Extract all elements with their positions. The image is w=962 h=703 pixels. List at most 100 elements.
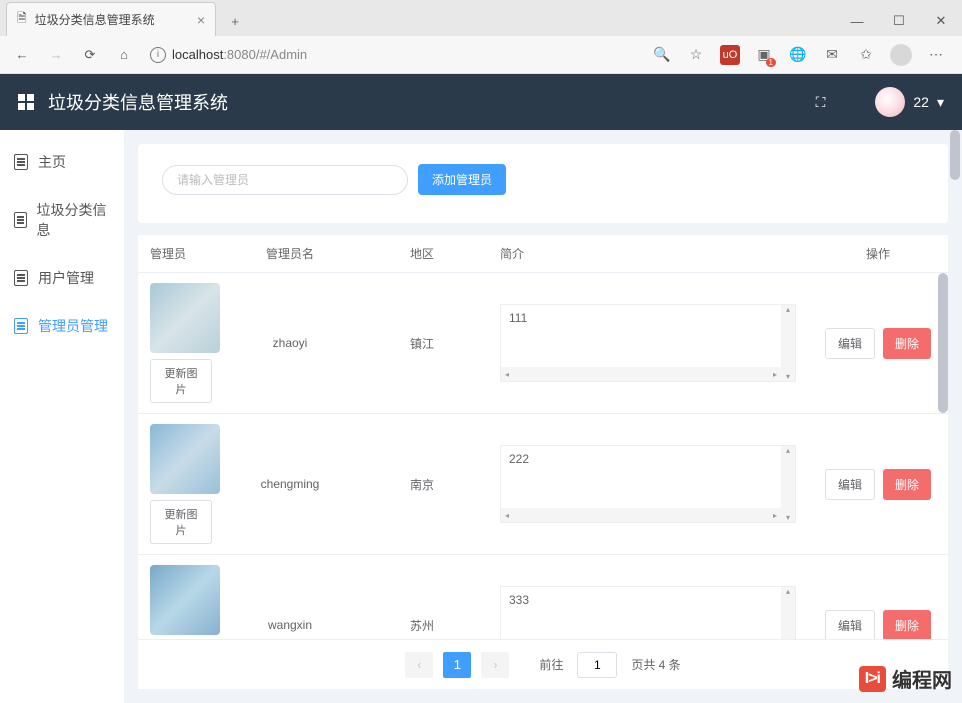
browser-address-bar: ← → ⟳ ⌂ i localhost:8080/#/Admin 🔍 ☆ uO … (0, 36, 962, 74)
cell-avatar: 更新图片 (138, 414, 224, 554)
desc-textarea[interactable]: 111 ▴ ▾ ◂ ▸ (500, 304, 796, 382)
home-icon[interactable]: ⌂ (112, 43, 136, 67)
favorites-hub-icon[interactable]: ✩ (856, 45, 876, 65)
user-menu[interactable]: 22 ▾ (875, 87, 944, 117)
extension-icon-2[interactable]: ✉ (822, 45, 842, 65)
url-input[interactable]: i localhost:8080/#/Admin (146, 47, 642, 63)
document-icon (14, 270, 28, 286)
cell-desc: 111 ▴ ▾ ◂ ▸ (488, 273, 808, 413)
chevron-down-icon: ▾ (937, 94, 944, 111)
desc-value: 333 (509, 593, 529, 607)
table-row: 更新图片 wangxin 苏州 333 ▴▾ ◂▸ (138, 555, 948, 639)
user-avatar-icon (875, 87, 905, 117)
delete-button[interactable]: 删除 (883, 469, 931, 500)
browser-titlebar: 🗎 垃圾分类信息管理系统 × + — ☐ ✕ (0, 0, 962, 36)
refresh-icon[interactable]: ⟳ (78, 43, 102, 67)
next-page-button[interactable]: › (481, 652, 509, 678)
watermark-logo-icon: I>i (859, 666, 886, 692)
sidebar-label: 用户管理 (38, 268, 94, 288)
sidebar-item-garbage-info[interactable]: 垃圾分类信息 (0, 186, 124, 254)
edit-button[interactable]: 编辑 (825, 469, 875, 500)
app-title: 垃圾分类信息管理系统 (48, 89, 228, 115)
th-name: 管理员名 (224, 235, 356, 272)
browser-toolbar-right: 🔍 ☆ uO ▣1 🌐 ✉ ✩ ⋯ (652, 44, 946, 66)
document-icon (14, 154, 28, 170)
table-body: 更新图片 zhaoyi 镇江 111 ▴▾ ◂▸ (138, 273, 948, 639)
forward-icon[interactable]: → (44, 43, 68, 67)
sidebar-item-admin-manage[interactable]: 管理员管理 (0, 302, 124, 350)
update-image-button[interactable]: 更新图片 (150, 500, 212, 544)
more-icon[interactable]: ⋯ (926, 45, 946, 65)
profile-avatar-icon[interactable] (890, 44, 912, 66)
cell-region: 镇江 (356, 273, 488, 413)
ublock-icon[interactable]: uO (720, 45, 740, 65)
fullscreen-icon[interactable]: ⛶ (816, 94, 826, 111)
sidebar-label: 管理员管理 (38, 316, 108, 336)
app-body: 主页 垃圾分类信息 用户管理 管理员管理 (0, 130, 962, 703)
url-host: localhost (172, 47, 223, 62)
scroll-left-icon[interactable]: ◂ (505, 511, 509, 520)
favorite-icon[interactable]: ☆ (686, 45, 706, 65)
desc-textarea[interactable]: 222 ▴ ▾ ◂ ▸ (500, 445, 796, 523)
desc-textarea[interactable]: 333 ▴▾ ◂▸ (500, 586, 796, 639)
app-header: 垃圾分类信息管理系统 ⛶ 22 ▾ (0, 74, 962, 130)
admin-avatar-image (150, 424, 220, 494)
new-tab-button[interactable]: + (222, 8, 248, 34)
admin-avatar-image (150, 283, 220, 353)
main-content: 请输入管理员 添加管理员 管理员 管理员名 地区 简介 操作 (124, 130, 962, 703)
minimize-icon[interactable]: — (836, 6, 878, 36)
scroll-right-icon[interactable]: ▸ (773, 511, 777, 520)
menu-grid-icon[interactable] (18, 94, 34, 110)
site-info-icon[interactable]: i (150, 47, 166, 63)
search-input[interactable]: 请输入管理员 (162, 165, 408, 195)
sidebar-item-user-manage[interactable]: 用户管理 (0, 254, 124, 302)
table-header: 管理员 管理员名 地区 简介 操作 (138, 235, 948, 273)
table-row: 更新图片 zhaoyi 镇江 111 ▴▾ ◂▸ (138, 273, 948, 414)
sidebar-label: 垃圾分类信息 (37, 200, 111, 240)
maximize-icon[interactable]: ☐ (878, 6, 920, 36)
table-scrollbar[interactable] (938, 273, 948, 639)
total-label: 页共 4 条 (631, 656, 680, 673)
scroll-up-icon[interactable]: ▴ (786, 305, 790, 314)
app-viewport: 垃圾分类信息管理系统 ⛶ 22 ▾ 主页 垃圾分类信息 (0, 74, 962, 703)
cell-ops: 编辑 删除 (808, 414, 948, 554)
scroll-down-icon[interactable]: ▾ (786, 513, 790, 522)
th-ops: 操作 (808, 235, 948, 272)
th-avatar: 管理员 (138, 235, 224, 272)
document-icon (14, 318, 28, 334)
page-number-button[interactable]: 1 (443, 652, 471, 678)
delete-button[interactable]: 删除 (883, 328, 931, 359)
sidebar-item-home[interactable]: 主页 (0, 138, 124, 186)
scroll-right-icon[interactable]: ▸ (773, 370, 777, 379)
th-desc: 简介 (488, 235, 808, 272)
delete-button[interactable]: 删除 (883, 610, 931, 640)
add-admin-button[interactable]: 添加管理员 (418, 164, 506, 195)
search-icon[interactable]: 🔍 (652, 45, 672, 65)
scroll-left-icon[interactable]: ◂ (505, 370, 509, 379)
sidebar-label: 主页 (38, 152, 66, 172)
extension-icon-1[interactable]: 🌐 (788, 45, 808, 65)
scroll-down-icon[interactable]: ▾ (786, 372, 790, 381)
goto-page-input[interactable] (577, 652, 617, 678)
desc-value: 111 (509, 311, 527, 325)
pagination: ‹ 1 › 前往 页共 4 条 (138, 639, 948, 689)
cell-avatar: 更新图片 (138, 555, 224, 639)
browser-tab[interactable]: 🗎 垃圾分类信息管理系统 × (6, 2, 216, 36)
scroll-up-icon[interactable]: ▴ (786, 587, 790, 596)
close-window-icon[interactable]: ✕ (920, 6, 962, 36)
scroll-up-icon[interactable]: ▴ (786, 446, 790, 455)
edit-button[interactable]: 编辑 (825, 610, 875, 640)
cell-desc: 333 ▴▾ ◂▸ (488, 555, 808, 639)
admin-avatar-image (150, 565, 220, 635)
extension-notif-icon[interactable]: ▣1 (754, 45, 774, 65)
cell-name: chengming (224, 414, 356, 554)
desc-value: 222 (509, 452, 529, 466)
close-tab-icon[interactable]: × (197, 12, 205, 28)
main-scrollbar[interactable] (950, 130, 960, 703)
update-image-button[interactable]: 更新图片 (150, 359, 212, 403)
window-controls: — ☐ ✕ (836, 6, 962, 36)
back-icon[interactable]: ← (10, 43, 34, 67)
edit-button[interactable]: 编辑 (825, 328, 875, 359)
prev-page-button[interactable]: ‹ (405, 652, 433, 678)
cell-region: 苏州 (356, 555, 488, 639)
